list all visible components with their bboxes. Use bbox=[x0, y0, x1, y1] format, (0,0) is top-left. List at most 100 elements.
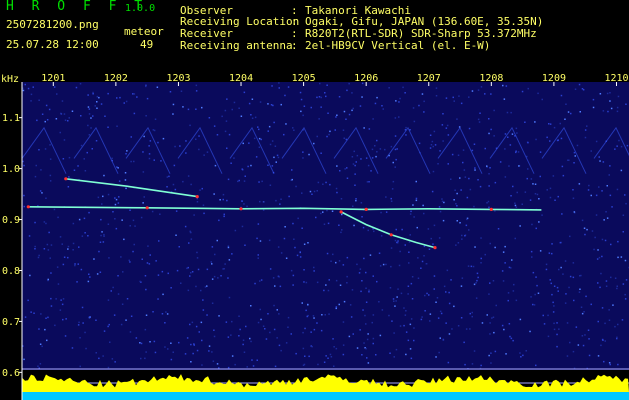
noise-dot bbox=[454, 189, 456, 191]
noise-dot bbox=[596, 258, 599, 260]
noise-dot bbox=[585, 295, 587, 298]
noise-dot bbox=[198, 331, 200, 333]
noise-dot bbox=[521, 203, 523, 205]
noise-dot bbox=[420, 267, 422, 269]
noise-dot bbox=[490, 128, 492, 131]
noise-dot bbox=[340, 198, 343, 200]
noise-dot bbox=[218, 315, 220, 317]
noise-dot bbox=[510, 337, 513, 340]
noise-dot bbox=[23, 194, 25, 197]
noise-dot bbox=[258, 137, 261, 140]
noise-dot bbox=[429, 134, 432, 136]
noise-dot bbox=[170, 358, 173, 361]
noise-dot bbox=[398, 101, 400, 103]
noise-dot bbox=[129, 331, 132, 333]
noise-dot bbox=[227, 277, 229, 279]
noise-dot bbox=[68, 156, 71, 159]
noise-dot bbox=[592, 98, 595, 101]
noise-dot bbox=[96, 273, 99, 275]
noise-dot bbox=[469, 328, 471, 330]
noise-dot bbox=[360, 158, 362, 160]
noise-dot bbox=[605, 285, 608, 287]
noise-dot bbox=[410, 318, 413, 320]
noise-dot bbox=[356, 154, 359, 157]
noise-dot bbox=[606, 217, 609, 219]
noise-dot bbox=[211, 351, 213, 353]
noise-dot bbox=[250, 340, 252, 343]
noise-dot bbox=[586, 125, 588, 127]
noise-dot bbox=[600, 272, 602, 275]
noise-dot bbox=[98, 357, 100, 360]
noise-dot bbox=[278, 344, 281, 347]
noise-dot bbox=[120, 323, 123, 326]
noise-dot bbox=[600, 344, 602, 347]
noise-dot bbox=[617, 323, 619, 326]
noise-dot bbox=[609, 194, 612, 197]
noise-dot bbox=[292, 222, 294, 225]
noise-dot bbox=[208, 350, 210, 352]
noise-dot bbox=[129, 225, 131, 227]
noise-dot bbox=[224, 263, 226, 265]
noise-dot bbox=[348, 335, 351, 338]
noise-dot bbox=[581, 219, 584, 222]
noise-dot bbox=[338, 96, 341, 98]
noise-dot bbox=[317, 181, 320, 184]
noise-dot bbox=[184, 353, 187, 355]
noise-dot bbox=[139, 280, 141, 283]
noise-dot bbox=[228, 259, 231, 261]
noise-dot bbox=[148, 263, 151, 265]
noise-dot bbox=[470, 265, 473, 268]
x-tick-label: 1205 bbox=[292, 73, 316, 84]
noise-dot bbox=[531, 256, 533, 258]
noise-dot bbox=[611, 206, 613, 208]
noise-dot bbox=[130, 160, 132, 163]
datetime: 25.07.28 12:00 bbox=[6, 38, 99, 51]
noise-dot bbox=[428, 294, 430, 296]
noise-dot bbox=[112, 286, 114, 289]
noise-dot bbox=[573, 299, 575, 302]
noise-dot bbox=[477, 89, 480, 91]
noise-dot bbox=[112, 211, 114, 213]
noise-dot bbox=[516, 132, 518, 134]
noise-dot bbox=[283, 133, 285, 136]
noise-dot bbox=[598, 256, 601, 259]
noise-dot bbox=[616, 287, 618, 290]
noise-dot bbox=[502, 251, 505, 253]
noise-dot bbox=[385, 211, 388, 213]
noise-dot bbox=[559, 241, 562, 244]
noise-dot bbox=[283, 237, 286, 240]
noise-dot bbox=[532, 183, 534, 185]
noise-dot bbox=[355, 161, 357, 163]
noise-dot bbox=[473, 143, 476, 145]
noise-dot bbox=[489, 282, 491, 284]
noise-dot bbox=[45, 222, 47, 225]
noise-dot bbox=[44, 120, 46, 123]
noise-dot bbox=[445, 127, 448, 129]
noise-dot bbox=[495, 304, 497, 307]
noise-dot bbox=[581, 312, 584, 315]
noise-dot bbox=[84, 331, 86, 334]
noise-dot bbox=[394, 117, 397, 119]
noise-dot bbox=[248, 102, 251, 105]
noise-dot bbox=[372, 275, 374, 277]
noise-dot bbox=[37, 256, 40, 259]
noise-dot bbox=[390, 265, 392, 268]
noise-dot bbox=[339, 284, 342, 286]
noise-dot bbox=[538, 198, 540, 200]
noise-dot bbox=[427, 228, 430, 230]
noise-dot bbox=[88, 108, 91, 110]
noise-dot bbox=[344, 168, 346, 170]
noise-dot bbox=[361, 354, 363, 356]
noise-dot bbox=[488, 293, 490, 295]
noise-dot bbox=[267, 313, 269, 315]
noise-dot bbox=[88, 134, 91, 136]
noise-dot bbox=[504, 133, 507, 135]
noise-dot bbox=[428, 248, 431, 250]
noise-dot bbox=[307, 242, 309, 244]
noise-dot bbox=[46, 119, 49, 121]
noise-dot bbox=[617, 256, 619, 259]
noise-dot bbox=[140, 357, 142, 360]
noise-dot bbox=[514, 204, 517, 207]
noise-dot bbox=[117, 275, 119, 277]
noise-dot bbox=[292, 284, 294, 286]
